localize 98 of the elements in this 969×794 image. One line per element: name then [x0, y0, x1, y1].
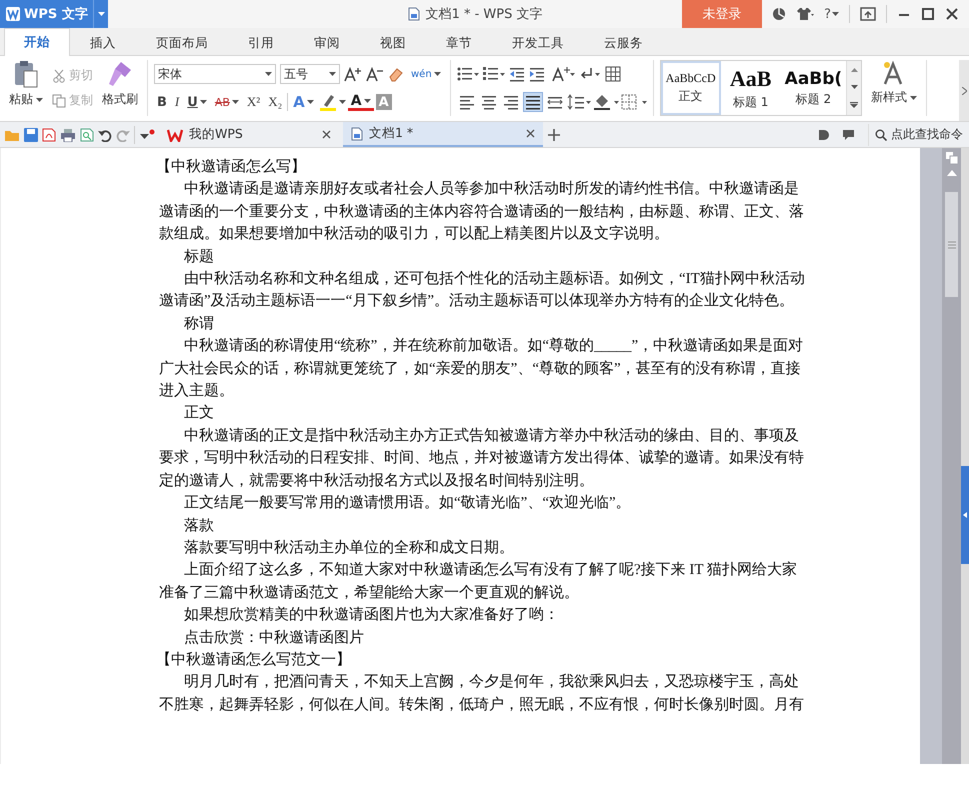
font-color-button[interactable]: A [348, 93, 374, 111]
document-w-icon [6, 7, 20, 21]
paragraph: 落款 [183, 516, 215, 536]
paragraph: 中秋邀请函的称谓使用“统称”，并在统称前加敬语。如“尊敬的_____”，中秋邀请函如果是面对广大社会民众的话，称谓就更笼统了，如“亲爱的朋友”、“尊敬的顾客”，甚至有的没有称谓，直接进入主题。 [159, 336, 804, 402]
bullet-list-icon[interactable] [456, 66, 479, 82]
indent-icon[interactable] [528, 66, 545, 82]
paragraph: 落款要写明中秋活动主办单位的全称和成文日期。 [183, 538, 515, 558]
text-effect-button[interactable]: A [290, 91, 317, 113]
comment-icon[interactable] [842, 128, 856, 140]
paragraph: 点击欣赏：中秋邀请函图片 [183, 628, 365, 648]
ribbon-tab[interactable]: 开始 [4, 28, 70, 56]
chevron-right-icon[interactable] [962, 86, 966, 94]
section-heading: 【中秋邀请函怎么写】 [156, 158, 307, 177]
paragraph: 由中秋活动名称和文种名组成，还可包括个性化的活动主题标语。如例文，“IT猫扑网中秋活动邀请函”及活动主题标语一一“月下叙乡情”。活动主题标语可以体现举办方特有的企业文化特色。 [159, 269, 806, 312]
print-icon[interactable] [60, 128, 76, 142]
save-icon[interactable] [24, 128, 38, 142]
paragraph: 标题 [183, 248, 215, 267]
caret-icon [832, 12, 839, 16]
new-style-button[interactable]: 新样式 [868, 60, 920, 116]
paint-bucket-icon[interactable] [592, 94, 619, 110]
style-preset[interactable]: AaB 标题 1 [720, 61, 781, 115]
paragraph: 中秋邀请函的正文是指中秋活动主办方正式告知被邀请方举办中秋活动的缘由、目的、事项及要求，写明中秋活动的日程安排、时间、地点，并对被邀请方发出得体、诚挚的邀请。如果没有特定的邀请人，就需要将中秋活动报名方式以及报名时间特别注明。 [159, 426, 805, 491]
eraser-icon[interactable] [388, 66, 404, 82]
command-search-field[interactable]: 点此查找命令 [868, 124, 969, 146]
brush-icon [107, 60, 133, 88]
format-button[interactable]: AB [212, 91, 242, 113]
pinyin-button[interactable]: wén [408, 63, 444, 85]
window-title: 文档1 * - WPS 文字 [426, 6, 543, 23]
maximize-icon[interactable] [921, 7, 935, 21]
caret-icon [98, 12, 104, 16]
outdent-icon[interactable] [508, 66, 525, 82]
border-icon[interactable] [620, 94, 647, 110]
paste-button[interactable]: 粘贴 [6, 60, 46, 116]
caret-icon [910, 96, 918, 100]
restore-up-icon[interactable] [860, 7, 876, 21]
expand-gallery-icon[interactable] [850, 102, 858, 108]
style-preset[interactable]: AaBbCcD 正文 [660, 61, 721, 115]
close-tab-icon[interactable] [322, 130, 331, 139]
highlighter-icon[interactable] [318, 93, 337, 111]
scroll-up-icon[interactable] [850, 68, 858, 72]
document-icon [408, 7, 420, 21]
customize-caret-icon[interactable] [139, 128, 155, 140]
ribbon-tab[interactable]: 视图 [360, 29, 426, 56]
format-painter-button[interactable]: 格式刷 [99, 60, 141, 116]
format-button[interactable]: X₂ [265, 91, 286, 113]
document-tab[interactable]: 我的WPS [159, 122, 339, 147]
close-icon[interactable] [945, 7, 959, 21]
ribbon-tab[interactable]: 插入 [70, 29, 136, 56]
ribbon-tab[interactable]: 页面布局 [136, 29, 228, 56]
caret-icon [329, 72, 336, 76]
format-button[interactable]: B [154, 91, 170, 113]
font-size-field[interactable]: 五号 [280, 64, 340, 84]
ribbon-tab[interactable]: 章节 [426, 29, 492, 56]
paragraph: 称谓 [183, 314, 215, 334]
style-preset[interactable]: AaBb( 标题 2 [780, 61, 846, 115]
grip-icon [948, 240, 956, 248]
paragraph: 上面介绍了这么多，不知道大家对中秋邀请函怎么写有没有了解了呢?接下来 IT 猫扑网给大家准备了三篇中秋邀请函范文，希望能给大家一个更直观的解说。 [159, 560, 798, 603]
ribbon-tab[interactable]: 开发工具 [492, 29, 584, 56]
paragraph: 中秋邀请函是邀请亲朋好友或者社会人员等参加中秋活动时所发的请约性书信。中秋邀请函是邀请函的一个重要分支，中秋邀请函的主体内容符合邀请函的一般结构，由标题、称谓、正文、落款组成。如果想要增加中秋活动的吸引力，可以配上精美图片以及文字说明。 [159, 180, 805, 244]
shrink-font-icon[interactable] [366, 66, 384, 82]
numbered-list-icon[interactable] [482, 66, 505, 82]
grow-font-icon[interactable] [344, 66, 362, 82]
scroll-down-icon[interactable] [850, 84, 858, 89]
font-name-field[interactable]: 宋体 [154, 64, 276, 84]
ribbon-tab[interactable]: 云服务 [584, 29, 663, 56]
shirt-icon[interactable] [796, 7, 814, 21]
collapse-arrow-icon [963, 512, 967, 518]
ribbon-tab[interactable]: 引用 [228, 29, 294, 56]
caret-icon [434, 72, 441, 76]
align-button[interactable] [522, 92, 543, 112]
section-heading: 【中秋邀请函怎么写范文一】 [156, 650, 352, 670]
caret-icon [338, 100, 346, 104]
copy-icon [52, 94, 66, 108]
paragraph: 正文 [183, 404, 215, 424]
format-button[interactable]: U [184, 91, 210, 113]
caret-icon [265, 72, 272, 76]
format-button[interactable]: I [172, 91, 182, 113]
paragraph: 明月几时有，把酒问青天，不知天上宫阙，今夕是何年，我欲乘风归去，又恐琼楼宇玉，高处不胜寒，起舞弄轻影，何似在人间。转朱阁，低琦户，照无眠，不应有恨，何时长像别时圆。月有 [159, 672, 805, 715]
paragraph: 正文结尾一般要写常用的邀请惯用语。如“敬请光临”、“欢迎光临”。 [183, 493, 632, 514]
clipboard-icon [13, 60, 39, 88]
w-logo-icon [167, 128, 183, 142]
close-tab-icon[interactable] [526, 129, 535, 138]
new-tab-icon[interactable] [547, 128, 561, 142]
document-icon [351, 126, 363, 140]
d-badge-icon[interactable] [818, 128, 830, 140]
line-spacing-icon[interactable] [566, 94, 591, 110]
paragraph: 如果想欣赏精美的中秋邀请函图片也为大家准备好了哟： [183, 605, 560, 626]
pdf-icon[interactable] [42, 128, 56, 142]
table-icon[interactable] [604, 66, 621, 82]
help-button[interactable]: ? [824, 6, 839, 22]
app-menu-button[interactable]: WPS 文字 [0, 0, 108, 28]
search-icon [875, 128, 887, 140]
caret-icon [36, 98, 43, 102]
format-button[interactable]: X² [244, 91, 264, 113]
ribbon-tab[interactable]: 审阅 [294, 29, 360, 56]
undo-icon[interactable] [98, 128, 112, 142]
document-tab[interactable]: 文档1 * [343, 122, 543, 147]
scissors-icon [52, 68, 66, 82]
